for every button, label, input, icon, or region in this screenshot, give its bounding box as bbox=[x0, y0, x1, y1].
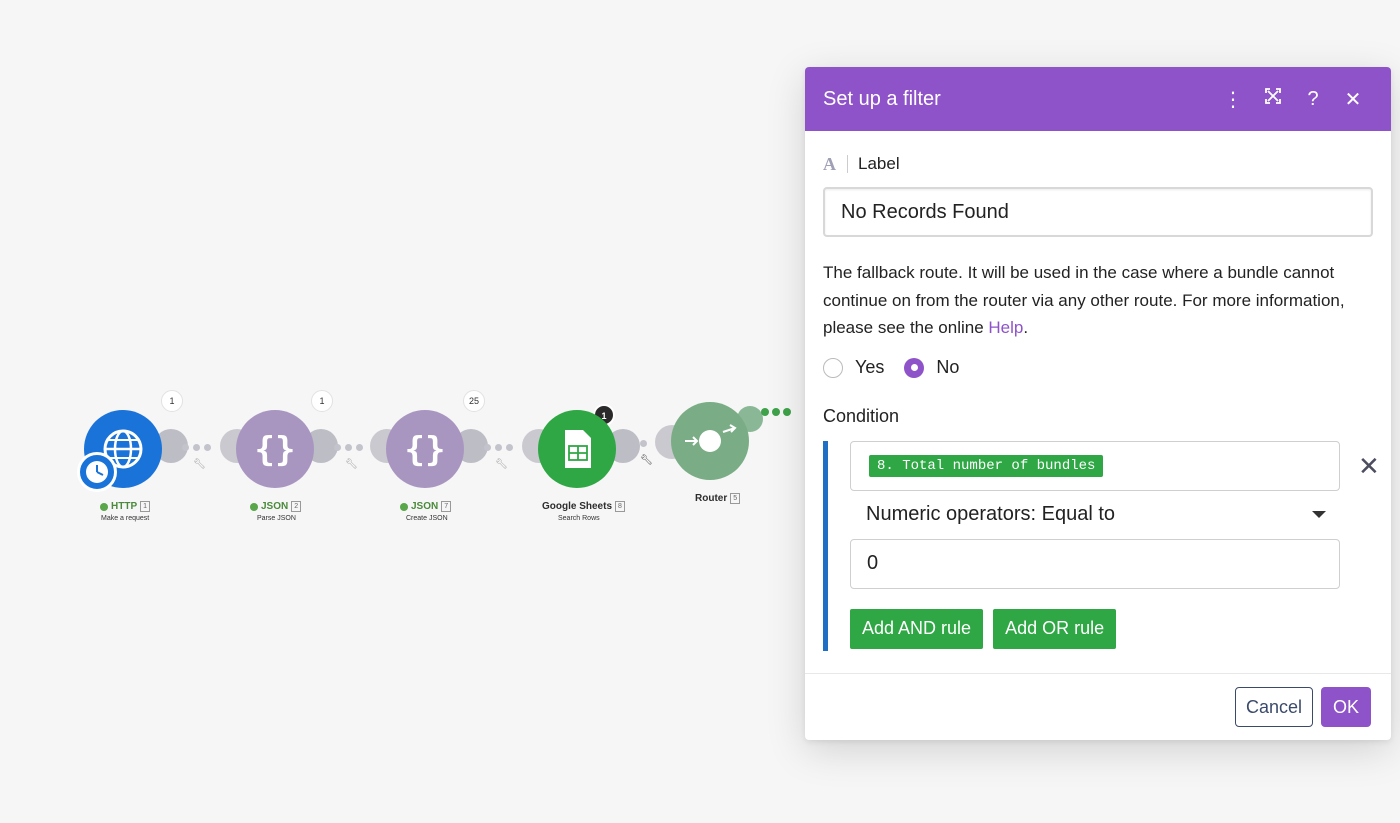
fallback-yes-label[interactable]: Yes bbox=[855, 357, 884, 378]
fallback-description: The fallback route. It will be used in t… bbox=[823, 263, 1345, 337]
operator-select[interactable]: Numeric operators: Equal to bbox=[850, 491, 1340, 539]
dialog-header: Set up a filter ⋮ ? ✕ bbox=[805, 67, 1391, 131]
rule-buttons: Add AND rule Add OR rule bbox=[850, 608, 1373, 649]
cancel-button[interactable]: Cancel bbox=[1234, 687, 1313, 727]
sheets-icon bbox=[565, 430, 591, 468]
operand-field[interactable]: 8. Total number of bundles bbox=[850, 440, 1340, 491]
condition-title: Condition bbox=[823, 405, 900, 426]
wrench-icon[interactable]: 🔧︎ bbox=[640, 455, 653, 466]
connection-line[interactable] bbox=[484, 444, 513, 451]
dialog-body: A Label The fallback route. It will be u… bbox=[805, 153, 1391, 651]
help-link[interactable]: Help bbox=[988, 318, 1023, 337]
fallback-radio-group: Yes No bbox=[823, 356, 1373, 380]
status-ok-icon bbox=[400, 502, 408, 511]
wrench-icon[interactable]: 🔧︎ bbox=[495, 459, 508, 470]
dialog-footer: Cancel OK bbox=[805, 673, 1391, 740]
close-icon[interactable]: ✕ bbox=[1333, 87, 1373, 112]
module-subtitle: Search Rows bbox=[558, 515, 600, 522]
connection-line[interactable] bbox=[182, 444, 211, 451]
status-ok-icon bbox=[250, 502, 258, 511]
svg-text:{}: {} bbox=[405, 430, 446, 470]
braces-icon: {} bbox=[255, 430, 296, 470]
wrench-icon[interactable]: 🔧︎ bbox=[345, 459, 358, 470]
operations-count-badge: 25 bbox=[463, 390, 485, 412]
module-title: HTTP 1 bbox=[100, 501, 151, 512]
wrench-icon[interactable]: 🔧︎ bbox=[193, 459, 206, 470]
connection-line[interactable] bbox=[640, 440, 647, 447]
fallback-no-label[interactable]: No bbox=[936, 357, 959, 378]
module-subtitle: Create JSON bbox=[406, 515, 448, 522]
expand-icon[interactable] bbox=[1253, 87, 1293, 111]
module-title: JSON 2 bbox=[250, 501, 302, 512]
filter-dialog: Set up a filter ⋮ ? ✕ A Label The fallba… bbox=[805, 67, 1391, 740]
sheets-module-circle[interactable] bbox=[538, 410, 616, 488]
operations-count-badge: 1 bbox=[311, 390, 333, 412]
module-router[interactable]: Router 5 bbox=[655, 380, 795, 530]
module-json-create[interactable]: 25 {} JSON 7 Create JSON bbox=[370, 380, 490, 530]
module-http[interactable]: 1 HTTP 1 Make a request bbox=[70, 380, 190, 530]
router-route-line[interactable] bbox=[761, 408, 791, 416]
chevron-down-icon bbox=[1312, 510, 1326, 518]
operand-pill[interactable]: 8. Total number of bundles bbox=[869, 454, 1104, 477]
ok-button[interactable]: OK bbox=[1320, 687, 1371, 727]
add-or-rule-button[interactable]: Add OR rule bbox=[993, 608, 1117, 649]
router-icon bbox=[685, 424, 737, 452]
router-module-circle[interactable] bbox=[671, 402, 749, 480]
operations-count-badge: 1 bbox=[161, 390, 183, 412]
module-json-parse[interactable]: 1 {} JSON 2 Parse JSON bbox=[220, 380, 340, 530]
help-icon[interactable]: ? bbox=[1293, 88, 1333, 111]
json-module-circle[interactable]: {} bbox=[386, 410, 464, 488]
remove-rule-icon[interactable]: ✕ bbox=[1358, 451, 1380, 482]
add-and-rule-button[interactable]: Add AND rule bbox=[850, 608, 984, 649]
module-subtitle: Make a request bbox=[101, 515, 150, 522]
json-module-circle[interactable]: {} bbox=[236, 410, 314, 488]
label-input[interactable] bbox=[823, 187, 1373, 237]
braces-icon: {} bbox=[405, 430, 446, 470]
schedule-clock-icon[interactable] bbox=[77, 452, 117, 492]
more-options-icon[interactable]: ⋮ bbox=[1213, 87, 1253, 112]
label-field-caption: A Label bbox=[823, 153, 900, 174]
status-ok-icon bbox=[100, 502, 108, 511]
module-title: JSON 7 bbox=[400, 501, 452, 512]
module-title: Google Sheets 8 bbox=[542, 501, 625, 512]
connection-line[interactable] bbox=[334, 444, 363, 451]
fallback-no-radio[interactable] bbox=[904, 357, 925, 378]
scenario-canvas[interactable]: 1 HTTP 1 Make a request 🔧︎ 1 {} JSON 2 P… bbox=[0, 0, 1400, 823]
fallback-yes-radio[interactable] bbox=[823, 357, 843, 378]
module-subtitle: Parse JSON bbox=[257, 515, 296, 522]
text-type-icon: A bbox=[823, 153, 836, 174]
module-title: Router 5 bbox=[695, 493, 741, 504]
module-google-sheets[interactable]: 1 Google Sheets 8 Search Rows bbox=[522, 380, 642, 530]
dialog-title: Set up a filter bbox=[823, 87, 941, 110]
value-input[interactable] bbox=[850, 538, 1340, 589]
condition-rule: 8. Total number of bundles ✕ Numeric ope… bbox=[823, 440, 1380, 651]
svg-text:{}: {} bbox=[255, 430, 296, 470]
